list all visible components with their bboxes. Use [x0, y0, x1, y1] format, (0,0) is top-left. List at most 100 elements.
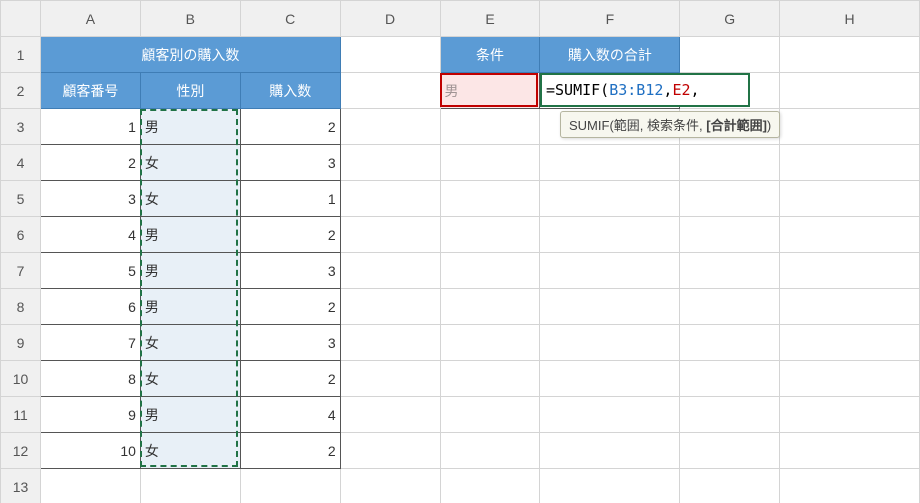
- cell-E11[interactable]: [440, 397, 540, 433]
- cell-F1[interactable]: 購入数の合計: [540, 37, 680, 73]
- row-header-1[interactable]: 1: [1, 37, 41, 73]
- cell-D4[interactable]: [340, 145, 440, 181]
- cell-C4[interactable]: 3: [240, 145, 340, 181]
- cell-D7[interactable]: [340, 253, 440, 289]
- cell-E12[interactable]: [440, 433, 540, 469]
- cell-D13[interactable]: [340, 469, 440, 503]
- cell-G12[interactable]: [680, 433, 780, 469]
- cell-D5[interactable]: [340, 181, 440, 217]
- cell-B13[interactable]: [140, 469, 240, 503]
- col-header-E[interactable]: E: [440, 1, 540, 37]
- cell-F11[interactable]: [540, 397, 680, 433]
- col-header-D[interactable]: D: [340, 1, 440, 37]
- cell-A7[interactable]: 5: [41, 253, 141, 289]
- cell-F7[interactable]: [540, 253, 680, 289]
- cell-E8[interactable]: [440, 289, 540, 325]
- cell-H11[interactable]: [780, 397, 920, 433]
- cell-A10[interactable]: 8: [41, 361, 141, 397]
- row-header-11[interactable]: 11: [1, 397, 41, 433]
- cell-A4[interactable]: 2: [41, 145, 141, 181]
- cell-H7[interactable]: [780, 253, 920, 289]
- cell-A2[interactable]: 顧客番号: [41, 73, 141, 109]
- cell-F8[interactable]: [540, 289, 680, 325]
- cell-B8[interactable]: 男: [140, 289, 240, 325]
- cell-H12[interactable]: [780, 433, 920, 469]
- cell-A12[interactable]: 10: [41, 433, 141, 469]
- cell-E7[interactable]: [440, 253, 540, 289]
- cell-C2[interactable]: 購入数: [240, 73, 340, 109]
- cell-B2[interactable]: 性別: [140, 73, 240, 109]
- cell-E13[interactable]: [440, 469, 540, 503]
- cell-E9[interactable]: [440, 325, 540, 361]
- cell-E5[interactable]: [440, 181, 540, 217]
- cell-C13[interactable]: [240, 469, 340, 503]
- cell-G4[interactable]: [680, 145, 780, 181]
- cell-A9[interactable]: 7: [41, 325, 141, 361]
- col-header-F[interactable]: F: [540, 1, 680, 37]
- cell-B6[interactable]: 男: [140, 217, 240, 253]
- col-header-H[interactable]: H: [780, 1, 920, 37]
- col-header-C[interactable]: C: [240, 1, 340, 37]
- cell-H6[interactable]: [780, 217, 920, 253]
- cell-C8[interactable]: 2: [240, 289, 340, 325]
- cell-E6[interactable]: [440, 217, 540, 253]
- cell-B9[interactable]: 女: [140, 325, 240, 361]
- row-header-9[interactable]: 9: [1, 325, 41, 361]
- cell-G6[interactable]: [680, 217, 780, 253]
- cell-F6[interactable]: [540, 217, 680, 253]
- cell-C5[interactable]: 1: [240, 181, 340, 217]
- cell-B12[interactable]: 女: [140, 433, 240, 469]
- cell-C3[interactable]: 2: [240, 109, 340, 145]
- cell-H13[interactable]: [780, 469, 920, 503]
- cell-H1[interactable]: [780, 37, 920, 73]
- active-cell-f2[interactable]: =SUMIF(B3:B12,E2,: [540, 73, 750, 107]
- cell-G8[interactable]: [680, 289, 780, 325]
- cell-A11[interactable]: 9: [41, 397, 141, 433]
- col-header-A[interactable]: A: [41, 1, 141, 37]
- cell-B5[interactable]: 女: [140, 181, 240, 217]
- cell-F9[interactable]: [540, 325, 680, 361]
- cell-D9[interactable]: [340, 325, 440, 361]
- col-header-G[interactable]: G: [680, 1, 780, 37]
- row-header-2[interactable]: 2: [1, 73, 41, 109]
- cell-C10[interactable]: 2: [240, 361, 340, 397]
- cell-C9[interactable]: 3: [240, 325, 340, 361]
- cell-G5[interactable]: [680, 181, 780, 217]
- row-header-8[interactable]: 8: [1, 289, 41, 325]
- cell-G13[interactable]: [680, 469, 780, 503]
- cell-D2[interactable]: [340, 73, 440, 109]
- cell-F12[interactable]: [540, 433, 680, 469]
- cell-A3[interactable]: 1: [41, 109, 141, 145]
- row-header-7[interactable]: 7: [1, 253, 41, 289]
- cell-D8[interactable]: [340, 289, 440, 325]
- cell-B4[interactable]: 女: [140, 145, 240, 181]
- cell-F10[interactable]: [540, 361, 680, 397]
- cell-A8[interactable]: 6: [41, 289, 141, 325]
- cell-D10[interactable]: [340, 361, 440, 397]
- cell-D12[interactable]: [340, 433, 440, 469]
- cell-G10[interactable]: [680, 361, 780, 397]
- cell-E4[interactable]: [440, 145, 540, 181]
- cell-H10[interactable]: [780, 361, 920, 397]
- cell-D6[interactable]: [340, 217, 440, 253]
- cell-B11[interactable]: 男: [140, 397, 240, 433]
- cell-B7[interactable]: 男: [140, 253, 240, 289]
- cell-B3[interactable]: 男: [140, 109, 240, 145]
- cell-F5[interactable]: [540, 181, 680, 217]
- cell-E2[interactable]: 男: [440, 73, 540, 109]
- cell-C12[interactable]: 2: [240, 433, 340, 469]
- cell-G7[interactable]: [680, 253, 780, 289]
- row-header-12[interactable]: 12: [1, 433, 41, 469]
- function-tooltip[interactable]: SUMIF(範囲, 検索条件, [合計範囲]): [560, 111, 780, 138]
- cell-H2[interactable]: [780, 73, 920, 109]
- cell-G9[interactable]: [680, 325, 780, 361]
- cell-E3[interactable]: [440, 109, 540, 145]
- cell-A13[interactable]: [41, 469, 141, 503]
- row-header-4[interactable]: 4: [1, 145, 41, 181]
- cell-C6[interactable]: 2: [240, 217, 340, 253]
- cell-E1[interactable]: 条件: [440, 37, 540, 73]
- cell-H8[interactable]: [780, 289, 920, 325]
- cell-D1[interactable]: [340, 37, 440, 73]
- select-all-corner[interactable]: [1, 1, 41, 37]
- cell-C11[interactable]: 4: [240, 397, 340, 433]
